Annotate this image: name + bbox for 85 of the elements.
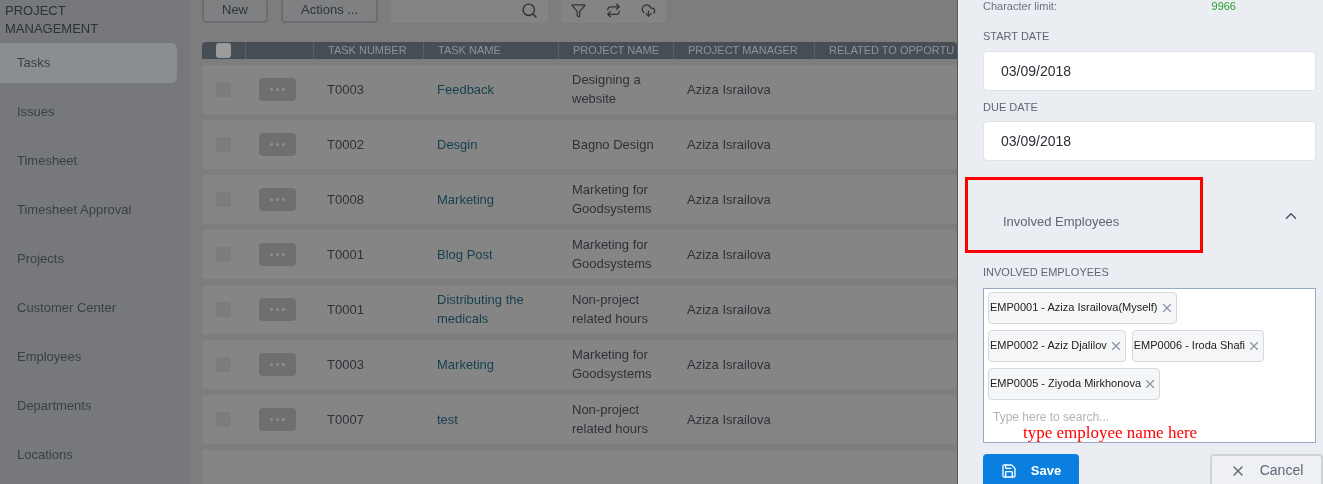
table-cell-text: Marketing for Goodsystems	[572, 181, 653, 218]
more-button[interactable]	[259, 132, 296, 156]
sidebar-item[interactable]: Timesheet Approval	[0, 190, 177, 230]
tag-label: EMP0002 - Aziz Djalilov	[990, 338, 1107, 354]
more-button[interactable]	[259, 297, 296, 321]
column-header: RELATED TO OPPORTU	[829, 43, 955, 58]
table-row[interactable]: T0008 Marketing Marketing for Goodsystems Aziza Israilova	[202, 174, 957, 224]
column-header: PROJECT MANAGER	[688, 43, 798, 58]
table-cell-text: Aziza Israilova	[687, 190, 772, 209]
table-cell-text: Designing a website	[572, 71, 642, 108]
table-cell-text: Non-project related hours	[572, 291, 649, 328]
more-button[interactable]	[259, 407, 296, 431]
table-row[interactable]: T0001 Distributing the medicals Non-project related hours Aziza Israilova	[202, 284, 957, 334]
table-cell-text: T0003	[327, 80, 365, 99]
cancel-button[interactable]: Cancel	[1210, 453, 1323, 484]
sidebar-item[interactable]: Issues	[0, 92, 177, 132]
sidebar-title: PROJECT MANAGEMENT	[4, 2, 100, 38]
table-cell-text: T0001	[327, 245, 365, 264]
select-all-checkbox[interactable]	[216, 42, 231, 58]
field-label: DUE DATE	[983, 99, 1039, 115]
column-header: PROJECT NAME	[573, 43, 659, 58]
tag-label: EMP0005 - Ziyoda Mirkhonova	[990, 376, 1141, 392]
table-row[interactable]: T0003 Marketing Marketing for Goodsystems Aziza Israilova	[202, 339, 957, 389]
search-placeholder: Type here to search...	[993, 409, 1111, 424]
search-icon	[521, 1, 539, 19]
table-cell-text: Non-project related hours	[572, 401, 649, 438]
repeat-icon[interactable]	[606, 2, 622, 18]
task-link[interactable]: Marketing	[437, 354, 554, 374]
save-icon	[1000, 462, 1017, 479]
sidebar-item[interactable]: Timesheet	[0, 141, 177, 181]
section-title: Involved Employees	[1003, 212, 1120, 231]
task-link[interactable]: Feedback	[437, 79, 554, 99]
task-link[interactable]: Desgin	[437, 134, 554, 154]
table-cell-text: Aziza Israilova	[687, 80, 772, 99]
toolbar-button[interactable]: Actions ...	[281, 0, 379, 23]
table-row[interactable]: T0001 Blog Post Marketing for Goodsystems Aziza Israilova	[202, 229, 957, 279]
sidebar-item[interactable]: Projects	[0, 239, 177, 279]
table-cell-text: T0003	[327, 355, 365, 374]
tag-label: EMP0006 - Iroda Shafi	[1133, 338, 1246, 354]
toolbar-button[interactable]: New	[202, 0, 268, 23]
task-link[interactable]: Distributing the medicals	[437, 290, 554, 328]
employee-picker[interactable]: EMP0001 - Aziza Israilova(Myself) EMP0002 - Aziz Djalilov EMP0006 - Iroda Shafi EMP0005 - Ziyoda Mirkhonova Type here to search... type employee name here	[983, 287, 1316, 443]
task-link[interactable]: Blog Post	[437, 244, 554, 264]
column-header: TASK NUMBER	[328, 43, 407, 58]
more-button[interactable]	[259, 77, 296, 101]
table-cell-text: Aziza Israilova	[687, 300, 772, 319]
table-cell-text: Bagno Design	[572, 135, 655, 154]
section-header[interactable]: Involved Employees	[965, 177, 1316, 253]
task-link[interactable]: Marketing	[437, 189, 554, 209]
search-field[interactable]	[391, 0, 549, 23]
table-cell-text: Aziza Israilova	[687, 135, 772, 154]
table-row[interactable]: T0002 Desgin Bagno Design Aziza Israilova	[202, 119, 957, 169]
cloud-download-icon[interactable]	[641, 2, 657, 18]
more-button[interactable]	[259, 352, 296, 376]
sidebar-item[interactable]: Tasks	[0, 43, 177, 83]
more-button[interactable]	[259, 242, 296, 266]
sidebar-item[interactable]: Customer Center	[0, 288, 177, 328]
sidebar-item[interactable]: Locations	[0, 435, 177, 475]
table-cell-text: T0002	[327, 135, 365, 154]
field-label: START DATE	[983, 29, 1051, 44]
table-cell-text: T0008	[327, 190, 365, 209]
table-cell-text: T0001	[327, 300, 365, 319]
table-cell-text: Aziza Israilova	[687, 355, 772, 374]
date-field[interactable]: 03/09/2018	[983, 121, 1316, 161]
table-row[interactable]: T0007 test Non-project related hours Aziza Israilova	[202, 394, 957, 444]
column-header: TASK NAME	[438, 43, 501, 58]
task-link[interactable]: test	[437, 409, 554, 429]
tag-label: EMP0001 - Aziza Israilova(Myself)	[990, 300, 1158, 316]
sidebar-item[interactable]: Employees	[0, 337, 177, 377]
annotation-text: type employee name here	[1023, 423, 1199, 442]
table-row[interactable]: T0003 Feedback Designing a website Aziza Israilova	[202, 64, 957, 114]
filter-icon[interactable]	[571, 2, 587, 18]
table-cell-text: Aziza Israilova	[687, 410, 772, 429]
table-row[interactable]	[202, 449, 957, 484]
field-label: INVOLVED EMPLOYEES	[983, 265, 1110, 280]
character-limit-value: 9966	[1211, 0, 1236, 12]
table-cell-text: T0007	[327, 410, 365, 429]
table-cell-text: Marketing for Goodsystems	[572, 236, 653, 273]
sidebar-item[interactable]: Departments	[0, 386, 177, 426]
save-button[interactable]: Save	[983, 453, 1079, 484]
character-limit-label: Character limit:	[983, 0, 1057, 12]
more-button[interactable]	[259, 187, 296, 211]
date-field[interactable]: 03/09/2018	[983, 50, 1316, 91]
table-cell-text: Aziza Israilova	[687, 245, 772, 264]
table-cell-text: Marketing for Goodsystems	[572, 346, 653, 383]
